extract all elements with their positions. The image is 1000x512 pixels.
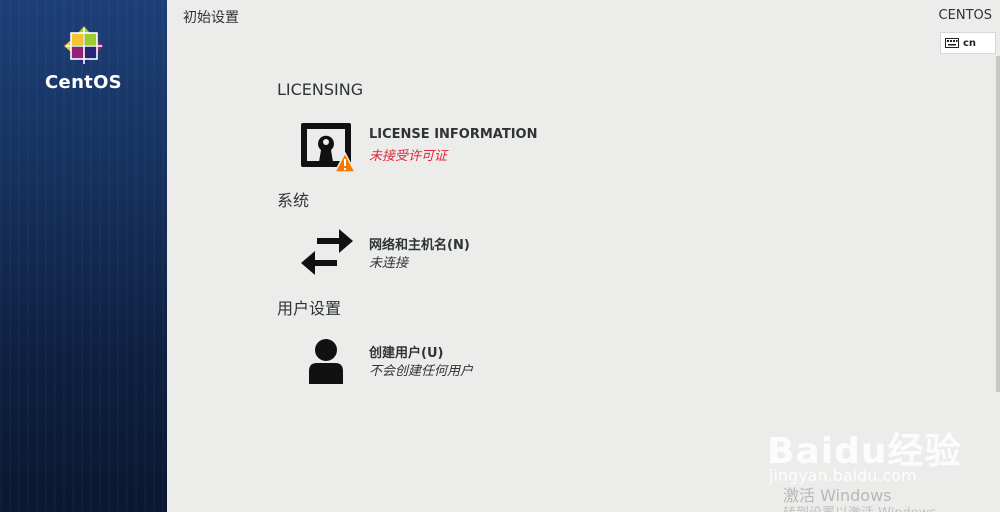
scrollbar[interactable] xyxy=(996,56,1000,392)
spoke-create-user[interactable]: 创建用户(U) 不会创建任何用户 xyxy=(297,335,637,391)
baidu-watermark: Baidu经验 jingyan.baidu.com 激活 Windows 转到设… xyxy=(767,400,1000,512)
keyboard-layout-indicator[interactable]: cn xyxy=(940,32,996,54)
spoke-license-information[interactable]: LICENSE INFORMATION 未接受许可证 xyxy=(297,120,637,176)
network-arrows-icon xyxy=(301,229,353,275)
license-warning-icon xyxy=(301,123,357,173)
spoke-name: LICENSE INFORMATION xyxy=(369,127,538,142)
spoke-status: 不会创建任何用户 xyxy=(369,364,474,379)
spoke-name: 创建用户(U) xyxy=(369,346,444,361)
user-icon xyxy=(309,339,343,384)
activate-windows-subtitle: 转到设置以激活 Windows xyxy=(783,502,936,512)
centos-logo-icon xyxy=(64,26,104,66)
spoke-name: 网络和主机名(N) xyxy=(369,238,470,253)
watermark-url: jingyan.baidu.com xyxy=(769,466,917,485)
spoke-status: 未连接 xyxy=(369,256,409,271)
watermark-brand: Baidu经验 xyxy=(767,431,962,472)
activate-windows-title: 激活 Windows xyxy=(783,486,892,505)
spoke-network-hostname[interactable]: 网络和主机名(N) 未连接 xyxy=(297,227,637,283)
brand-name: CentOS xyxy=(45,72,122,93)
category-system: 系统 xyxy=(277,191,310,210)
main-hub: 初始设置 CENTOS cn LICENSING LICENSE INFORMA… xyxy=(167,0,1000,512)
spoke-status: 未接受许可证 xyxy=(369,149,448,164)
distribution-name: CENTOS xyxy=(938,8,992,23)
sidebar: CentOS xyxy=(0,0,167,512)
category-user-settings: 用户设置 xyxy=(277,299,342,318)
keyboard-icon xyxy=(945,38,959,48)
page-title: 初始设置 xyxy=(183,10,239,26)
category-licensing: LICENSING xyxy=(277,80,364,99)
keyboard-layout-label: cn xyxy=(963,37,977,49)
